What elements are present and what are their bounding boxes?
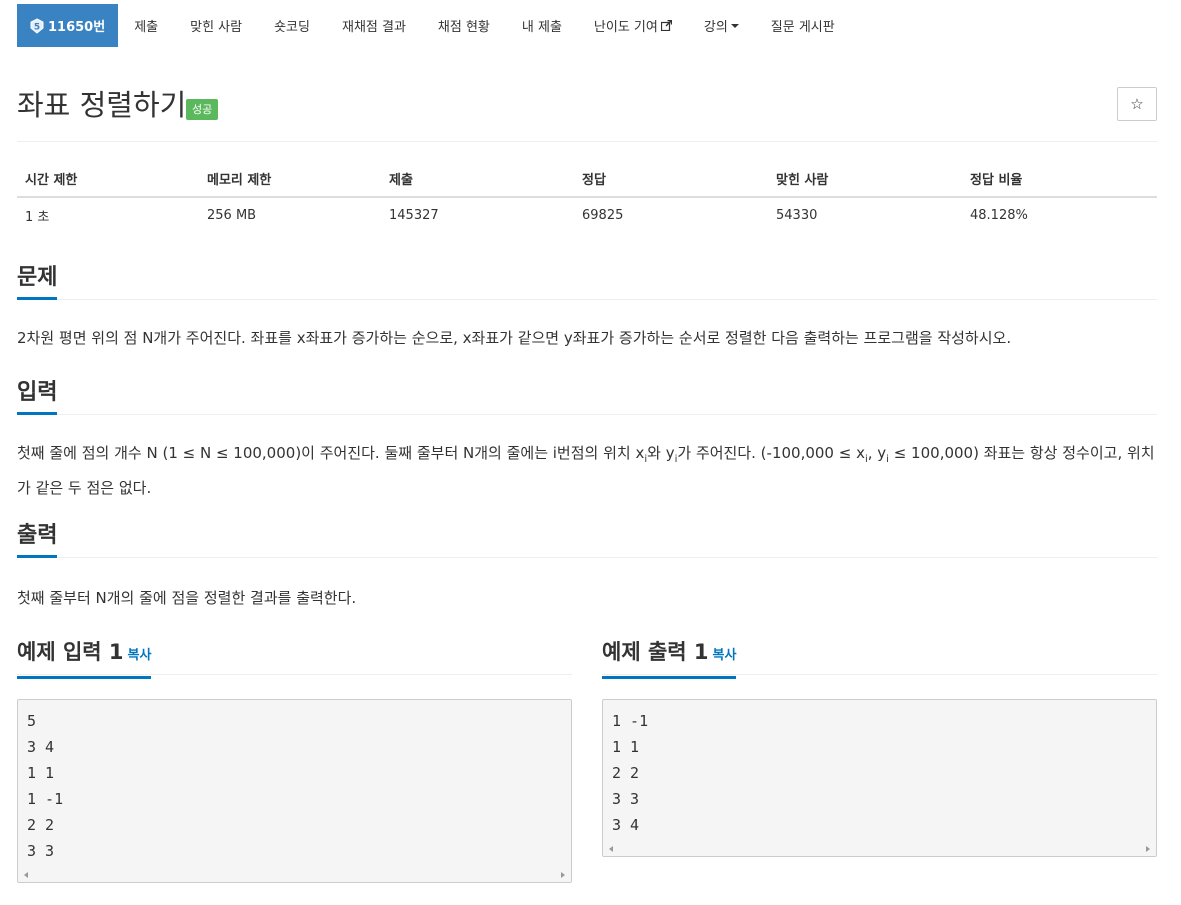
nav-short-coding-label: 숏코딩 <box>274 20 310 35</box>
page-title: 좌표 정렬하기 <box>17 88 187 122</box>
header-solvers: 맞힌 사람 <box>768 161 962 198</box>
sample-output-title: 예제 출력 1 복사 <box>602 637 737 679</box>
sample-input-header: 예제 입력 1 복사 <box>17 637 572 679</box>
input-text-part: 첫째 줄에 점의 개수 N (1 ≤ N ≤ 100,000)이 주어진다. 둘… <box>17 444 645 462</box>
nav-difficulty-label: 난이도 기여 <box>593 20 658 35</box>
caret-down-icon <box>730 23 739 28</box>
nav-solvers[interactable]: 맞힌 사람 <box>174 4 258 47</box>
header-accepted: 정답 <box>574 161 768 198</box>
copy-sample-output-link[interactable]: 복사 <box>713 648 737 663</box>
table-header-row: 시간 제한 메모리 제한 제출 정답 맞힌 사람 정답 비율 <box>17 161 1157 198</box>
title-row: 좌표 정렬하기 성공 ☆ <box>17 86 1157 126</box>
value-accept-ratio: 48.128% <box>970 208 1028 223</box>
scroll-left-arrow-icon[interactable] <box>24 872 28 878</box>
nav-problem-id[interactable]: 5 11650번 <box>17 4 119 47</box>
external-link-icon <box>660 19 673 32</box>
header-memory-limit: 메모리 제한 <box>199 161 381 198</box>
input-text: 첫째 줄에 점의 개수 N (1 ≤ N ≤ 100,000)이 주어진다. 둘… <box>17 439 1157 502</box>
status-badge: 성공 <box>186 99 219 120</box>
sample-output-header: 예제 출력 1 복사 <box>602 637 1157 679</box>
value-submissions: 145327 <box>389 208 439 223</box>
sample-output-title-text: 예제 출력 1 <box>602 640 709 664</box>
problem-nav: 5 11650번 제출 맞힌 사람 숏코딩 재채점 결과 채점 현황 내 제출 … <box>17 4 851 47</box>
output-header: 출력 <box>17 523 1157 558</box>
input-header: 입력 <box>17 380 1157 415</box>
nav-difficulty-contribution[interactable]: 난이도 기여 <box>578 4 688 47</box>
nav-lectures-label: 강의 <box>703 20 728 35</box>
output-title: 출력 <box>17 523 58 558</box>
copy-sample-input-link[interactable]: 복사 <box>128 648 152 663</box>
value-solvers: 54330 <box>776 208 818 223</box>
description-title: 문제 <box>17 265 58 300</box>
input-section: 입력 첫째 줄에 점의 개수 N (1 ≤ N ≤ 100,000)이 주어진다… <box>17 380 1157 502</box>
header-accept-ratio: 정답 비율 <box>962 161 1157 198</box>
sample-input-title: 예제 입력 1 복사 <box>17 637 152 679</box>
output-section: 출력 첫째 줄부터 N개의 줄에 점을 정렬한 결과를 출력한다. <box>17 523 1157 612</box>
tier-level-text: 5 <box>34 22 40 32</box>
sample-output-box[interactable]: 1 -1 1 1 2 2 3 3 3 4 <box>602 699 1157 857</box>
title-divider <box>17 141 1157 142</box>
nav-judge-status-label: 채점 현황 <box>437 20 490 35</box>
nav-judge-status[interactable]: 채점 현황 <box>422 4 506 47</box>
sample-input-section: 예제 입력 1 복사 5 3 4 1 1 1 -1 2 2 3 3 <box>17 637 572 883</box>
input-text-part: , y <box>867 444 887 462</box>
nav-rejudge-results-label: 재채점 결과 <box>341 20 406 35</box>
nav-my-submissions[interactable]: 내 제출 <box>506 4 578 47</box>
description-text: 2차원 평면 위의 점 N개가 주어진다. 좌표를 x좌표가 증가하는 순으로,… <box>17 329 1012 347</box>
output-text: 첫째 줄부터 N개의 줄에 점을 정렬한 결과를 출력한다. <box>17 589 357 607</box>
problem-id-label: 11650번 <box>48 20 106 35</box>
scroll-left-arrow-icon[interactable] <box>609 846 613 852</box>
sample-output-content: 1 -1 1 1 2 2 3 3 3 4 <box>612 712 649 834</box>
nav-solvers-label: 맞힌 사람 <box>190 20 243 35</box>
nav-qna-board[interactable]: 질문 게시판 <box>755 4 851 47</box>
horizontal-scrollbar[interactable] <box>603 842 1156 856</box>
nav-submit-label: 제출 <box>134 20 159 35</box>
nav-rejudge-results[interactable]: 재채점 결과 <box>326 4 422 47</box>
value-time-limit: 1 초 <box>25 210 50 225</box>
description-section: 문제 2차원 평면 위의 점 N개가 주어진다. 좌표를 x좌표가 증가하는 순… <box>17 265 1157 352</box>
input-title: 입력 <box>17 380 58 415</box>
nav-my-submissions-label: 내 제출 <box>521 20 562 35</box>
scroll-right-arrow-icon[interactable] <box>1146 846 1150 852</box>
input-text-part: 와 y <box>647 444 675 462</box>
header-time-limit: 시간 제한 <box>17 161 199 198</box>
tier-badge-icon: 5 <box>29 17 45 34</box>
description-header: 문제 <box>17 265 1157 300</box>
header-submissions: 제출 <box>381 161 574 198</box>
problem-info-table: 시간 제한 메모리 제한 제출 정답 맞힌 사람 정답 비율 1 초 256 M… <box>17 161 1157 233</box>
sample-output-section: 예제 출력 1 복사 1 -1 1 1 2 2 3 3 3 4 <box>602 637 1157 857</box>
value-memory-limit: 256 MB <box>207 208 257 223</box>
nav-qna-board-label: 질문 게시판 <box>770 20 835 35</box>
sample-input-box[interactable]: 5 3 4 1 1 1 -1 2 2 3 3 <box>17 699 572 883</box>
sample-input-title-text: 예제 입력 1 <box>17 640 124 664</box>
nav-lectures-dropdown[interactable]: 강의 <box>688 4 755 47</box>
input-text-part: 가 주어진다. (-100,000 ≤ x <box>677 444 865 462</box>
value-accepted: 69825 <box>582 208 624 223</box>
nav-short-coding[interactable]: 숏코딩 <box>258 4 326 47</box>
star-button[interactable]: ☆ <box>1117 87 1157 121</box>
table-row: 1 초 256 MB 145327 69825 54330 48.128% <box>17 197 1157 233</box>
star-icon: ☆ <box>1130 95 1144 113</box>
sample-input-content: 5 3 4 1 1 1 -1 2 2 3 3 <box>27 712 64 860</box>
scroll-right-arrow-icon[interactable] <box>561 872 565 878</box>
horizontal-scrollbar[interactable] <box>18 868 571 882</box>
nav-submit[interactable]: 제출 <box>118 4 174 47</box>
